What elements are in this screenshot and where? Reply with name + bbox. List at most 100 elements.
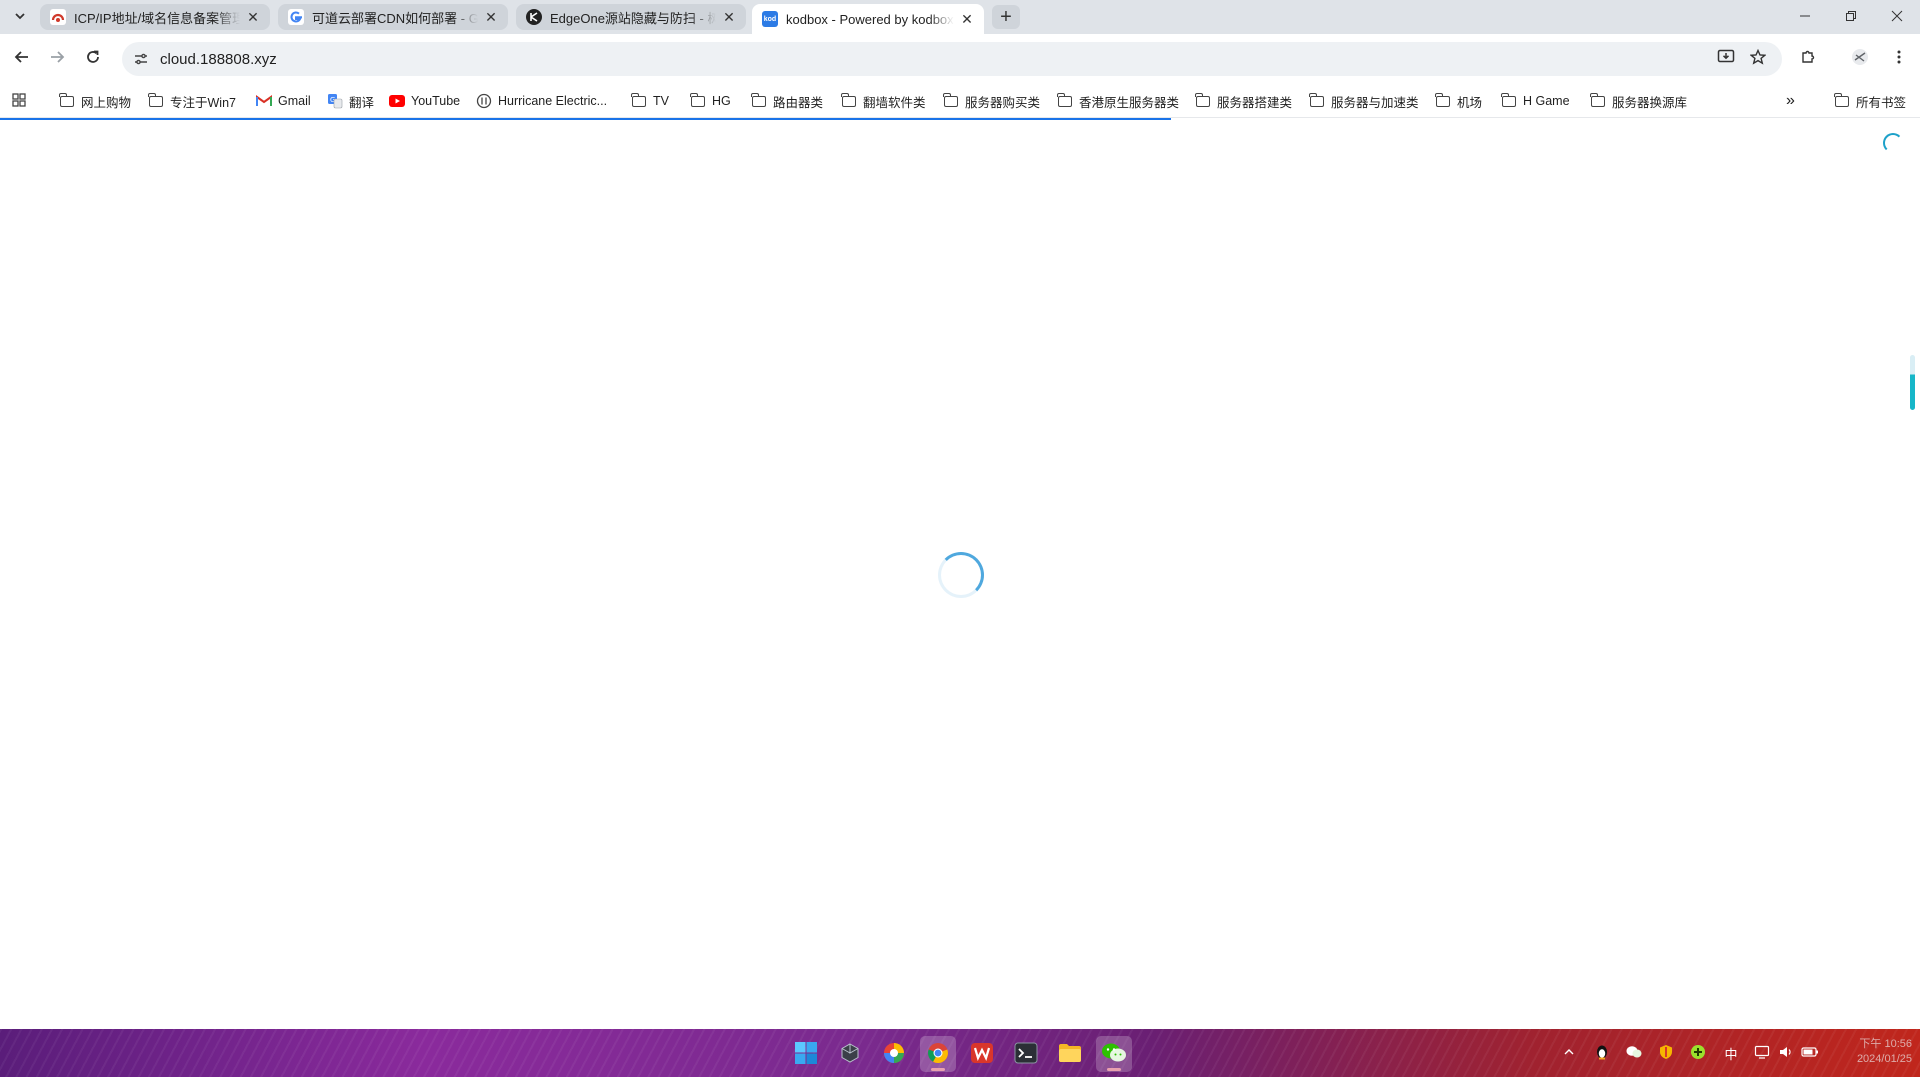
- bookmark-folder[interactable]: 服务器购买类: [943, 90, 1040, 112]
- browser-menu-button[interactable]: [1884, 42, 1914, 76]
- file-explorer-icon: [1058, 1043, 1082, 1066]
- site-info-icon[interactable]: [128, 46, 154, 72]
- minimize-button[interactable]: [1782, 0, 1828, 34]
- corner-loading-spinner-icon: [1883, 133, 1903, 153]
- tab-google-search[interactable]: 可道云部署CDN如何部署 - Google ✕: [278, 4, 508, 30]
- bookmark-folder[interactable]: 机场: [1435, 90, 1482, 112]
- bookmark-translate[interactable]: G 翻译: [327, 90, 374, 112]
- tray-battery[interactable]: [1800, 1043, 1820, 1063]
- bookmark-folder[interactable]: 香港原生服务器类: [1057, 90, 1179, 112]
- address-bar[interactable]: cloud.188808.xyz: [122, 42, 1782, 76]
- translate-icon: G: [327, 93, 343, 109]
- chevron-down-icon: [14, 10, 26, 25]
- icp-favicon-icon: [50, 9, 66, 25]
- close-icon[interactable]: ✕: [720, 8, 738, 26]
- close-icon[interactable]: ✕: [244, 8, 262, 26]
- taskbar-app-wps[interactable]: [964, 1036, 1000, 1072]
- wps-office-icon: [970, 1041, 994, 1068]
- start-button[interactable]: [788, 1036, 824, 1072]
- tray-app-penguin[interactable]: [1592, 1043, 1612, 1063]
- speaker-icon: [1778, 1045, 1794, 1062]
- youtube-icon: [389, 93, 405, 109]
- tab-title: kodbox - Powered by kodbox: [786, 11, 954, 27]
- back-button[interactable]: [7, 44, 37, 74]
- install-app-icon: [1717, 49, 1735, 70]
- active-app-indicator: [931, 1068, 945, 1071]
- tray-app-wechat[interactable]: [1624, 1043, 1644, 1063]
- bookmark-folder[interactable]: 翻墙软件类: [841, 90, 926, 112]
- bookmark-folder[interactable]: HG: [690, 90, 731, 112]
- restore-icon: [1845, 9, 1857, 25]
- folder-icon: [148, 92, 164, 109]
- folder-icon: [1195, 92, 1211, 109]
- wechat-icon: [1101, 1042, 1127, 1067]
- bookmark-label: 路由器类: [773, 95, 824, 110]
- tray-network[interactable]: [1752, 1043, 1772, 1063]
- close-window-button[interactable]: [1874, 0, 1920, 34]
- folder-icon: [1057, 92, 1073, 109]
- bookmark-folder[interactable]: H Game: [1501, 90, 1570, 112]
- loading-spinner-icon: [938, 552, 984, 598]
- close-icon: [1891, 9, 1903, 25]
- tray-ime-indicator[interactable]: 中: [1721, 1043, 1741, 1063]
- bookmark-label: 服务器与加速类: [1331, 95, 1419, 110]
- bookmark-label: 翻译: [349, 95, 375, 110]
- profile-avatar-icon: [1851, 48, 1869, 71]
- bookmark-star-button[interactable]: [1743, 42, 1773, 76]
- bookmark-label: Gmail: [278, 94, 311, 108]
- bookmark-hurricane-electric[interactable]: Hurricane Electric...: [476, 90, 607, 112]
- url-text[interactable]: cloud.188808.xyz: [160, 51, 277, 68]
- reload-icon: [85, 49, 101, 70]
- tray-app-shield[interactable]: [1656, 1043, 1676, 1063]
- apps-button[interactable]: [11, 90, 27, 112]
- new-tab-button[interactable]: +: [992, 5, 1020, 29]
- tray-app-plus[interactable]: [1688, 1043, 1708, 1063]
- forward-button[interactable]: [42, 44, 72, 74]
- tab-search-button[interactable]: [8, 5, 32, 29]
- close-icon[interactable]: ✕: [482, 8, 500, 26]
- bookmark-label: 服务器购买类: [965, 95, 1041, 110]
- taskbar-clock[interactable]: 下午 10:56 2024/01/25: [1838, 1037, 1912, 1067]
- tab-edgeone[interactable]: EdgeOne源站隐藏与防扫 - 树 ✕: [516, 4, 746, 30]
- folder-icon: [1435, 92, 1451, 109]
- taskbar: 中 下午 10:56 2024/01/25: [0, 1029, 1920, 1077]
- restore-button[interactable]: [1828, 0, 1874, 34]
- tab-kodbox[interactable]: kod kodbox - Powered by kodbox ✕: [752, 4, 984, 34]
- tab-title: ICP/IP地址/域名信息备案管理系统: [74, 10, 240, 26]
- bookmarks-overflow-button[interactable]: »: [1786, 90, 1795, 112]
- bookmark-folder[interactable]: 服务器搭建类: [1195, 90, 1292, 112]
- bookmark-folder[interactable]: TV: [631, 90, 669, 112]
- taskbar-app-chrome[interactable]: [920, 1036, 956, 1072]
- taskbar-app-cube[interactable]: [832, 1036, 868, 1072]
- tray-volume[interactable]: [1776, 1043, 1796, 1063]
- tab-title: EdgeOne源站隐藏与防扫 - 树: [550, 10, 716, 26]
- bookmark-folder[interactable]: 路由器类: [751, 90, 823, 112]
- taskbar-app-file-explorer[interactable]: [1052, 1036, 1088, 1072]
- taskbar-app-wechat[interactable]: [1096, 1036, 1132, 1072]
- taskbar-app-colorful[interactable]: [876, 1036, 912, 1072]
- apps-grid-icon: [11, 92, 27, 111]
- reload-button[interactable]: [78, 44, 108, 74]
- side-scroll-indicator[interactable]: [1910, 355, 1915, 410]
- cube-app-icon: [839, 1042, 861, 1067]
- bookmark-folder[interactable]: 服务器与加速类: [1309, 90, 1419, 112]
- folder-icon: [1309, 92, 1325, 109]
- all-bookmarks-button[interactable]: 所有书签: [1834, 90, 1906, 112]
- bookmark-folder[interactable]: 网上购物: [59, 90, 131, 112]
- extensions-button[interactable]: [1793, 42, 1823, 76]
- taskbar-app-terminal[interactable]: [1008, 1036, 1044, 1072]
- bookmark-youtube[interactable]: YouTube: [389, 90, 460, 112]
- profile-button[interactable]: [1845, 42, 1875, 76]
- tray-overflow-button[interactable]: [1559, 1043, 1579, 1063]
- close-icon[interactable]: ✕: [958, 10, 976, 28]
- bookmark-folder[interactable]: 专注于Win7: [148, 90, 236, 112]
- bookmark-label: TV: [653, 94, 669, 108]
- tab-icp[interactable]: ICP/IP地址/域名信息备案管理系统 ✕: [40, 4, 270, 30]
- install-app-button[interactable]: [1711, 42, 1741, 76]
- bookmark-gmail[interactable]: Gmail: [256, 90, 311, 112]
- google-g-icon: [288, 9, 304, 25]
- folder-icon: [841, 92, 857, 109]
- bookmark-folder[interactable]: 服务器换源库: [1590, 90, 1687, 112]
- folder-icon: [943, 92, 959, 109]
- tab-title: 可道云部署CDN如何部署 - Google: [312, 10, 478, 26]
